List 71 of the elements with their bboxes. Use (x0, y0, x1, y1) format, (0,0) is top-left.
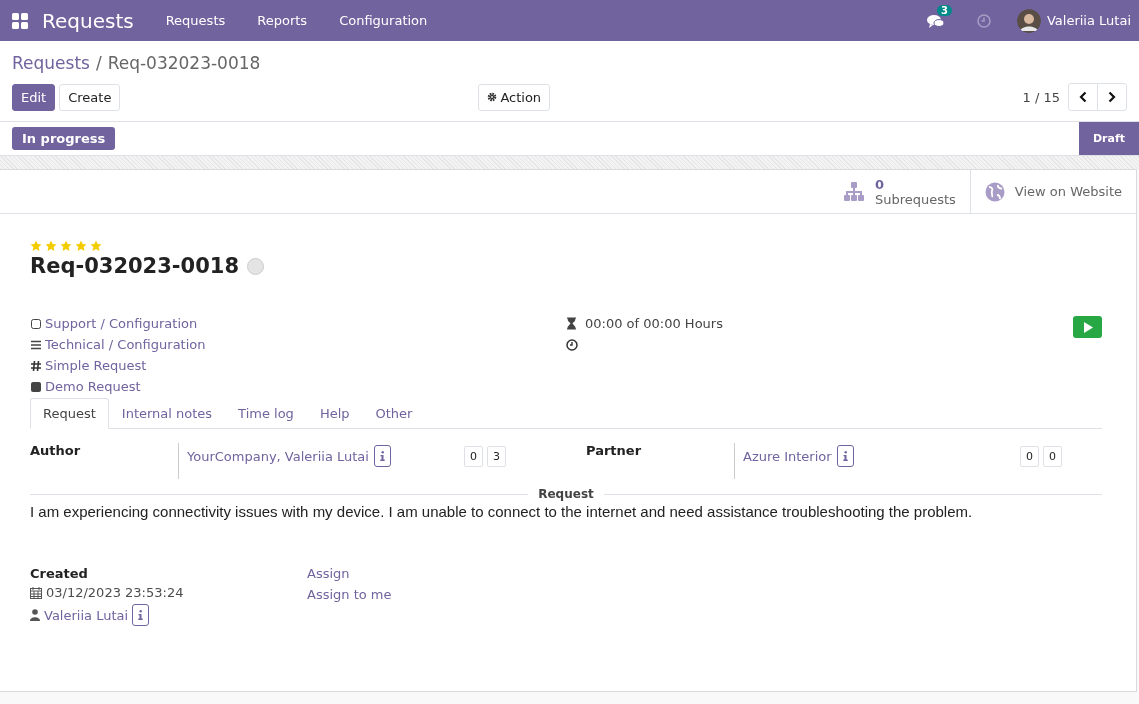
breadcrumb-link[interactable]: Requests (12, 53, 90, 73)
tab[interactable]: Other (362, 398, 426, 429)
tab[interactable]: Time log (225, 398, 307, 429)
star-icon[interactable] (30, 240, 42, 252)
chevron-right-icon (1108, 91, 1116, 103)
info-icon (842, 451, 848, 461)
calendar-icon (30, 586, 42, 599)
in-progress-button[interactable]: In progress (12, 127, 116, 150)
square-icon (30, 380, 42, 393)
count-badge[interactable]: 0 (464, 445, 483, 467)
tag-link[interactable]: Demo Request (45, 379, 141, 394)
breadcrumb-separator: / (95, 53, 102, 73)
count-badge[interactable]: 0 (1043, 445, 1062, 467)
star-icon[interactable] (45, 240, 57, 252)
play-icon (1082, 321, 1093, 333)
info-icon (138, 610, 144, 620)
count-badge[interactable]: 0 (1020, 445, 1039, 467)
message-count-badge: 3 (936, 4, 952, 16)
clock-icon (566, 339, 578, 351)
hierarchy-icon (842, 181, 865, 202)
globe-icon (984, 181, 1005, 202)
apps-menu-icon[interactable] (12, 12, 28, 29)
star-icon[interactable] (90, 240, 102, 252)
contact-link[interactable]: Azure Interior (743, 448, 832, 464)
contact-link[interactable]: YourCompany, Valeriia Lutai (187, 448, 369, 464)
info-button[interactable] (373, 445, 391, 467)
gear-icon (487, 92, 498, 102)
chevron-left-icon (1079, 91, 1087, 103)
create-button[interactable]: Create (59, 83, 121, 111)
user-name[interactable]: Valeriia Lutai (1046, 13, 1131, 28)
menu-item[interactable]: Reports (257, 13, 308, 28)
pager-counter: 1 / 15 (1022, 89, 1060, 105)
record-title: Req-032023-0018 (30, 254, 239, 278)
clock-icon[interactable] (976, 13, 991, 28)
tag-link[interactable]: Support / Configuration (45, 316, 198, 331)
list-icon (30, 338, 42, 351)
tag-link[interactable]: Technical / Configuration (45, 337, 206, 352)
created-date: 03/12/2023 23:53:24 (46, 585, 184, 600)
tab[interactable]: Request (30, 398, 109, 429)
tab[interactable]: Help (306, 398, 363, 429)
assign-link[interactable]: Assign (307, 566, 1102, 581)
section-heading: Request (538, 487, 594, 501)
field-label: Partner (586, 443, 643, 458)
menu-item[interactable]: Requests (165, 13, 226, 28)
menu-item[interactable]: Configuration (339, 13, 428, 28)
star-icon[interactable] (60, 240, 72, 252)
edit-button[interactable]: Edit (12, 83, 56, 111)
user-avatar[interactable] (1016, 8, 1041, 33)
tag-link[interactable]: Simple Request (45, 358, 147, 373)
request-description: I am experiencing connectivity issues with my device. I am unable to connect to the internet and need assistance troubleshooting the problem. (30, 503, 974, 520)
start-timer-button[interactable] (1073, 316, 1102, 338)
square-icon (30, 317, 42, 330)
star-icon[interactable] (75, 240, 87, 252)
hourglass-icon (566, 317, 577, 330)
info-icon (379, 451, 385, 461)
time-spent: 00:00 of 00:00 Hours (585, 316, 723, 331)
field-label: Author (30, 443, 82, 458)
hash-icon (30, 359, 42, 372)
info-button[interactable] (836, 445, 854, 467)
app-title: Requests (42, 8, 134, 33)
tab[interactable]: Internal notes (108, 398, 226, 429)
messages-icon[interactable] (926, 12, 945, 29)
info-button[interactable] (132, 604, 150, 626)
status-stage[interactable]: Draft (1078, 122, 1139, 155)
action-button[interactable]: Action (478, 83, 551, 111)
field-label: Created (30, 566, 89, 581)
user-icon (30, 609, 40, 621)
breadcrumb-current: Req-032023-0018 (107, 53, 261, 73)
user-link[interactable]: Valeriia Lutai (44, 607, 129, 623)
assign-link[interactable]: Assign to me (307, 587, 1102, 602)
count-badge[interactable]: 3 (487, 445, 506, 467)
